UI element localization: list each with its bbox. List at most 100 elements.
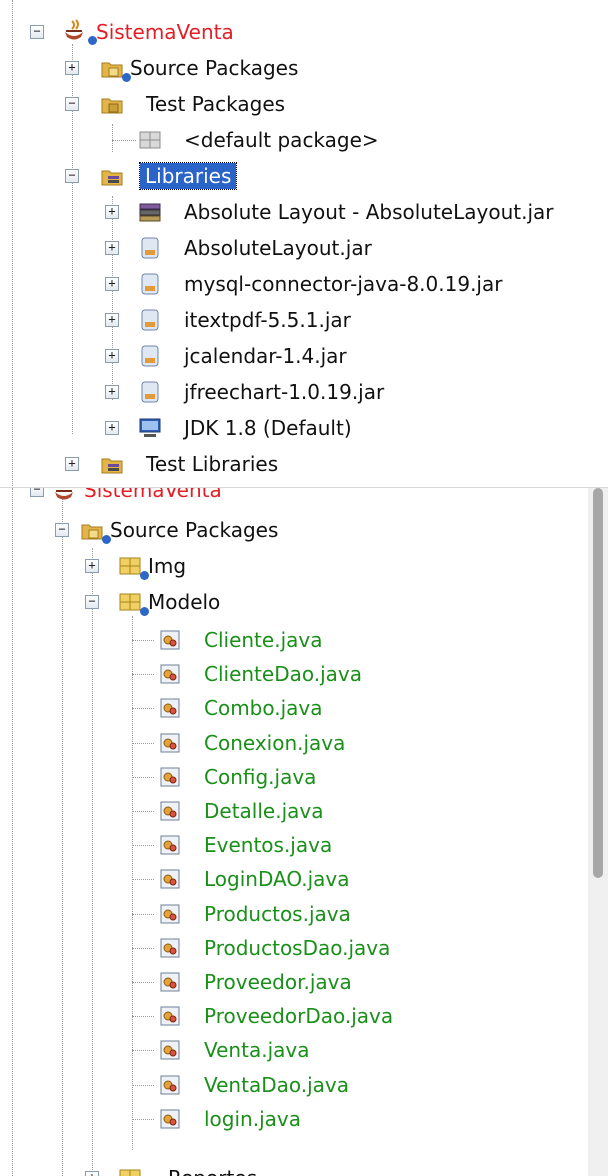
jar-icon xyxy=(141,309,159,331)
tree-guide xyxy=(132,879,154,880)
java-file-item[interactable]: VentaDao.java xyxy=(0,1067,590,1103)
java-file-item[interactable]: ClienteDao.java xyxy=(0,656,590,692)
tree-node-libraries[interactable]: − Libraries xyxy=(0,158,608,194)
java-file-item[interactable]: Proveedor.java xyxy=(0,964,590,1000)
node-label: Reportes xyxy=(168,1166,257,1176)
tree-guide xyxy=(132,1050,154,1051)
tree-guide xyxy=(132,948,154,949)
java-file-item[interactable]: LoginDAO.java xyxy=(0,861,590,897)
file-label: ClienteDao.java xyxy=(204,662,363,686)
library-item[interactable]: + jfreechart-1.0.19.jar xyxy=(0,374,608,410)
tree-guide xyxy=(132,708,154,709)
expand-toggle[interactable]: + xyxy=(105,385,119,399)
library-item[interactable]: + Absolute Layout - AbsoluteLayout.jar xyxy=(0,194,608,230)
java-file-item[interactable]: Cliente.java xyxy=(0,622,590,658)
package-icon xyxy=(139,131,161,149)
java-project-icon xyxy=(55,490,73,500)
file-label: Venta.java xyxy=(204,1038,310,1062)
node-label: JDK 1.8 (Default) xyxy=(184,416,352,440)
collapse-toggle[interactable]: − xyxy=(55,523,69,537)
java-file-item[interactable]: Productos.java xyxy=(0,896,590,932)
jar-icon xyxy=(141,273,159,295)
tree-guide xyxy=(132,1085,154,1086)
java-file-icon xyxy=(160,1040,180,1060)
java-file-item[interactable]: ProveedorDao.java xyxy=(0,998,590,1034)
tree-node-package-img[interactable]: + Img xyxy=(0,548,590,584)
expand-toggle[interactable]: + xyxy=(65,61,79,75)
expand-toggle[interactable]: + xyxy=(65,457,79,471)
library-item-jdk[interactable]: + JDK 1.8 (Default) xyxy=(0,410,608,446)
expand-toggle[interactable]: + xyxy=(105,349,119,363)
jar-icon xyxy=(141,237,159,259)
collapse-toggle[interactable]: − xyxy=(30,488,44,497)
collapse-toggle[interactable]: − xyxy=(65,169,79,183)
java-file-item[interactable]: Detalle.java xyxy=(0,793,590,829)
project-label: SistemaVenta xyxy=(96,20,234,44)
tree-node-default-package[interactable]: <default package> xyxy=(0,122,608,158)
tree-node-project[interactable]: − SistemaVenta xyxy=(0,488,608,508)
expand-toggle[interactable]: + xyxy=(85,559,99,573)
tree-node-package-reportes[interactable]: + Reportes xyxy=(0,1160,590,1176)
expand-toggle[interactable]: + xyxy=(105,241,119,255)
file-label: Productos.java xyxy=(204,902,351,926)
tree-guide xyxy=(132,1119,154,1120)
collapse-toggle[interactable]: − xyxy=(65,97,79,111)
scrollbar-thumb[interactable] xyxy=(593,488,603,878)
libraries-folder-icon xyxy=(101,458,123,474)
node-label: Test Libraries xyxy=(146,452,279,476)
java-file-icon xyxy=(160,698,180,718)
tree-node-project[interactable]: − SistemaVenta xyxy=(0,14,608,50)
file-label: LoginDAO.java xyxy=(204,867,350,891)
project-tree-source-view: − SistemaVenta − Source Packages + Img − xyxy=(0,488,608,1176)
file-label: Combo.java xyxy=(204,696,323,720)
library-item[interactable]: + AbsoluteLayout.jar xyxy=(0,230,608,266)
java-file-item[interactable]: Config.java xyxy=(0,759,590,795)
jdk-icon xyxy=(139,418,161,437)
file-label: login.java xyxy=(204,1107,301,1131)
tree-node-test-packages[interactable]: − Test Packages xyxy=(0,86,608,122)
node-label: Test Packages xyxy=(146,92,286,116)
java-file-icon xyxy=(160,835,180,855)
tree-node-source-packages[interactable]: + Source Packages xyxy=(0,50,608,86)
tree-node-test-libraries[interactable]: + Test Libraries xyxy=(0,446,608,482)
java-file-item[interactable]: Combo.java xyxy=(0,690,590,726)
file-label: Cliente.java xyxy=(204,628,323,652)
expand-toggle[interactable]: + xyxy=(85,1171,99,1176)
tree-guide xyxy=(132,1016,154,1017)
java-file-icon xyxy=(160,1075,180,1095)
package-icon xyxy=(119,557,141,575)
tree-guide xyxy=(132,845,154,846)
expand-toggle[interactable]: + xyxy=(105,313,119,327)
java-file-icon xyxy=(160,1006,180,1026)
java-file-icon xyxy=(160,630,180,650)
java-file-item[interactable]: ProductosDao.java xyxy=(0,930,590,966)
expand-toggle[interactable]: + xyxy=(105,277,119,291)
node-label: Img xyxy=(148,554,187,578)
node-label: mysql-connector-java-8.0.19.jar xyxy=(184,272,503,296)
java-file-icon xyxy=(160,869,180,889)
collapse-toggle[interactable]: − xyxy=(85,595,99,609)
tree-node-source-packages[interactable]: − Source Packages xyxy=(0,512,590,548)
java-file-item[interactable]: Conexion.java xyxy=(0,725,590,761)
tree-guide xyxy=(132,640,154,641)
libraries-folder-icon xyxy=(101,170,123,186)
tree-guide xyxy=(112,140,136,141)
java-project-icon xyxy=(65,19,83,40)
jar-icon xyxy=(141,381,159,403)
node-label: <default package> xyxy=(184,128,379,152)
java-file-item[interactable]: login.java xyxy=(0,1101,590,1137)
java-file-item[interactable]: Eventos.java xyxy=(0,827,590,863)
library-item[interactable]: + jcalendar-1.4.jar xyxy=(0,338,608,374)
expand-toggle[interactable]: + xyxy=(105,205,119,219)
expand-toggle[interactable]: + xyxy=(105,421,119,435)
collapse-toggle[interactable]: − xyxy=(30,25,44,39)
library-item[interactable]: + mysql-connector-java-8.0.19.jar xyxy=(0,266,608,302)
file-label: Detalle.java xyxy=(204,799,324,823)
package-icon xyxy=(119,593,141,611)
source-folder-icon xyxy=(81,524,103,540)
java-file-item[interactable]: Venta.java xyxy=(0,1032,590,1068)
java-file-icon xyxy=(160,801,180,821)
tree-node-package-modelo[interactable]: − Modelo xyxy=(0,584,590,620)
tree-guide xyxy=(132,811,154,812)
library-item[interactable]: + itextpdf-5.5.1.jar xyxy=(0,302,608,338)
